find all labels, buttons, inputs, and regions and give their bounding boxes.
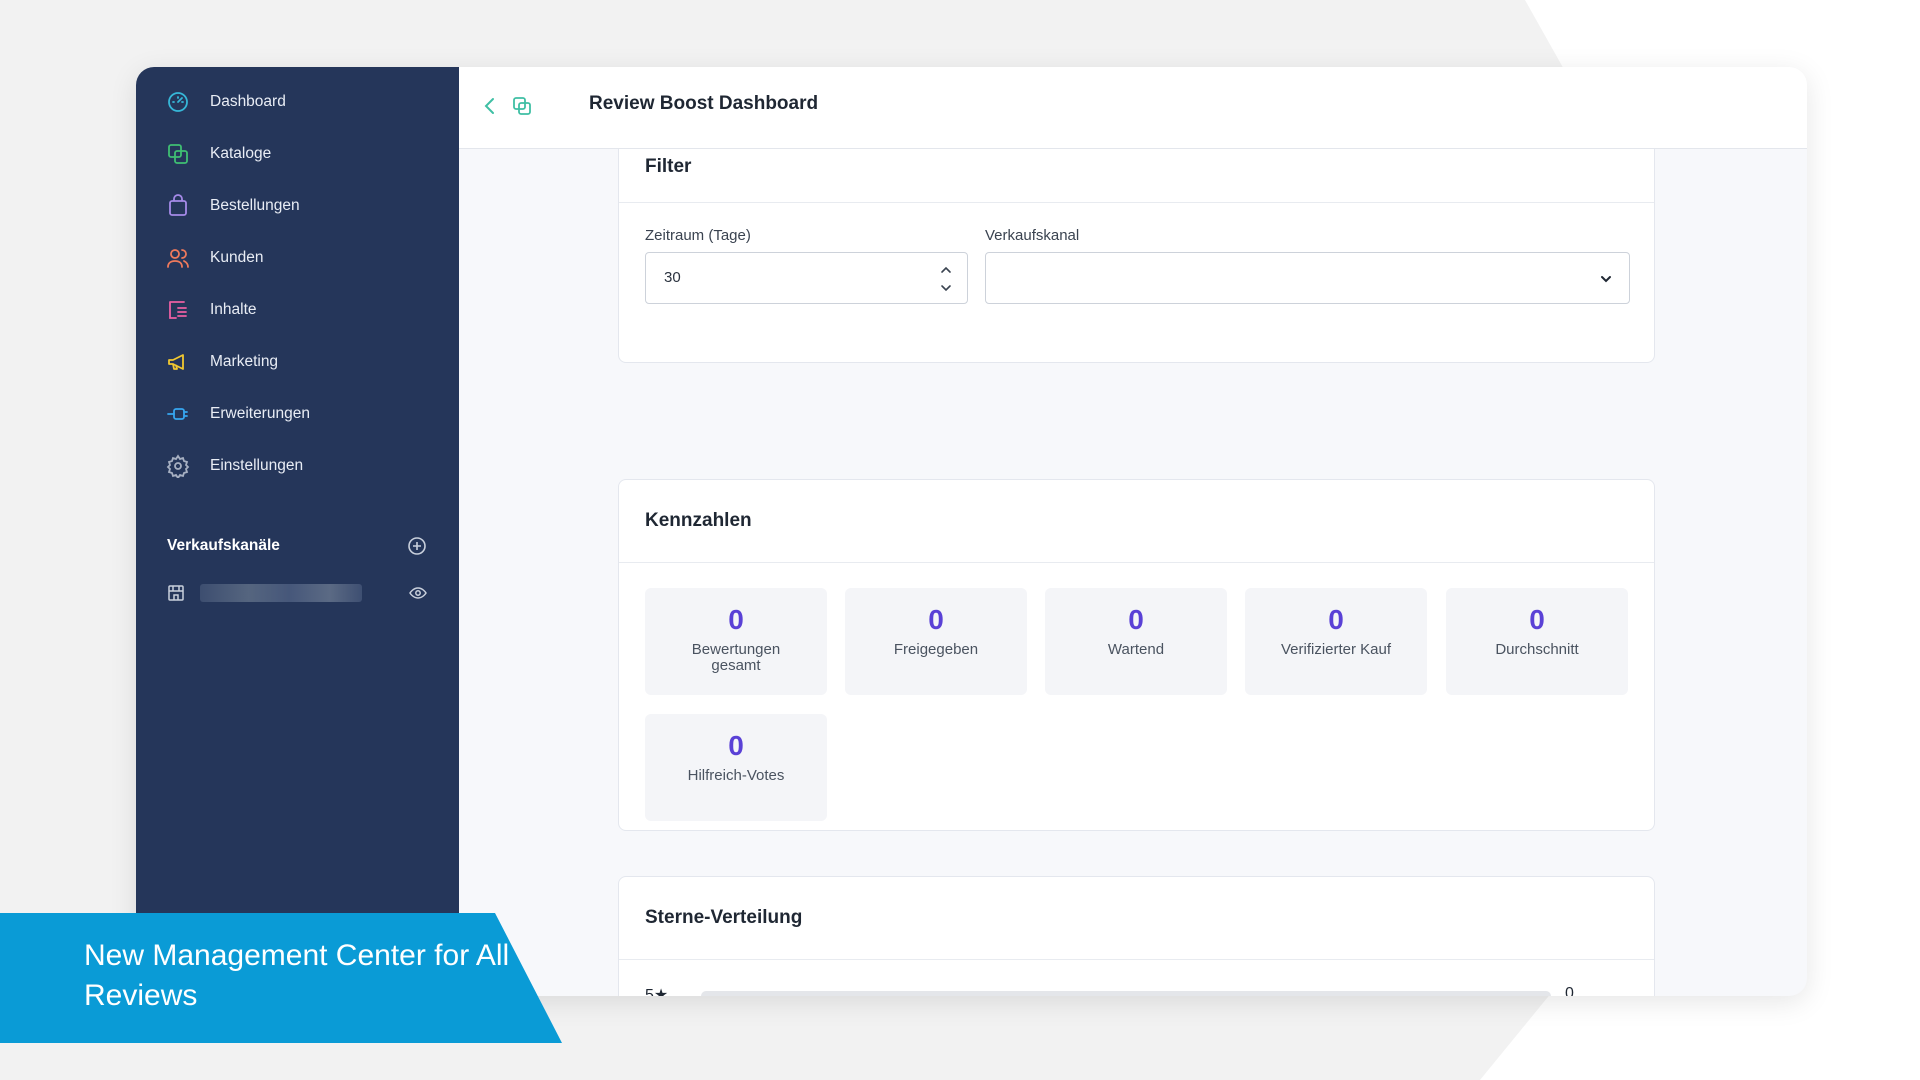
storefront-icon — [168, 585, 184, 601]
kpi-title: Kennzahlen — [645, 510, 752, 531]
sidebar: Dashboard Kataloge Bestellungen Kunden I… — [136, 67, 459, 996]
content-list-icon — [169, 301, 187, 319]
app-window: Dashboard Kataloge Bestellungen Kunden I… — [136, 67, 1807, 996]
card-divider — [619, 202, 1654, 203]
channel-label: Verkaufskanal — [985, 227, 1080, 244]
sidebar-item-bestellungen[interactable]: Bestellungen — [166, 190, 436, 222]
sidebar-item-marketing[interactable]: Marketing — [166, 346, 436, 378]
sidebar-item-inhalte[interactable]: Inhalte — [166, 294, 436, 326]
sidebar-item-label: Bestellungen — [210, 197, 300, 214]
star-count: 0 — [1565, 985, 1574, 996]
star-bar — [701, 991, 1551, 996]
kpi-value: 0 — [928, 604, 944, 635]
sidebar-item-dashboard[interactable]: Dashboard — [166, 86, 436, 118]
sidebar-item-kataloge[interactable]: Kataloge — [166, 138, 436, 170]
eye-icon[interactable] — [408, 583, 428, 603]
sales-channel-item[interactable] — [166, 580, 428, 606]
kpi-pending: 0 Wartend — [1045, 588, 1227, 695]
filter-card: Filter Zeitraum (Tage) 30 Verkaufskanal — [618, 149, 1655, 363]
kpi-value: 0 — [728, 604, 744, 635]
star-row-5: 5★ 0 — [645, 985, 1595, 996]
sidebar-item-einstellungen[interactable]: Einstellungen — [166, 450, 436, 482]
kpi-label: Verifizierter Kauf — [1280, 641, 1392, 658]
sidebar-item-label: Kunden — [210, 249, 264, 266]
card-divider — [619, 562, 1654, 563]
sales-channels-title: Verkaufskanäle — [167, 537, 280, 554]
stepper-icon[interactable] — [939, 263, 953, 295]
layers-icon — [168, 144, 188, 164]
shopping-bag-icon — [169, 194, 187, 216]
star-label: 5★ — [645, 987, 669, 996]
kpi-value: 0 — [1529, 604, 1545, 635]
sidebar-item-label: Erweiterungen — [210, 405, 310, 422]
star-distribution-card: Sterne-Verteilung 5★ 0 4★ 0 3★ 0 — [618, 876, 1655, 996]
channel-select[interactable] — [985, 252, 1630, 304]
add-circle-icon[interactable] — [407, 536, 427, 556]
star-distribution-title: Sterne-Verteilung — [645, 907, 803, 928]
sidebar-item-erweiterungen[interactable]: Erweiterungen — [166, 398, 436, 430]
banner-text: New Management Center for All Reviews — [84, 939, 510, 1012]
main-content: Filter Zeitraum (Tage) 30 Verkaufskanal … — [459, 149, 1807, 996]
sidebar-item-label: Einstellungen — [210, 457, 304, 474]
kpi-label: Wartend — [1107, 641, 1165, 658]
period-input[interactable]: 30 — [645, 252, 968, 304]
chevron-down-icon[interactable] — [1599, 272, 1613, 286]
back-arrow-icon[interactable] — [479, 95, 501, 117]
kpi-value: 0 — [728, 730, 744, 761]
gauge-icon — [168, 92, 188, 112]
duplicate-icon[interactable] — [511, 95, 533, 117]
sidebar-item-label: Inhalte — [210, 301, 257, 318]
sales-channels-header: Verkaufskanäle — [167, 533, 427, 559]
page-title: Review Boost Dashboard — [589, 93, 819, 114]
period-label: Zeitraum (Tage) — [645, 227, 751, 244]
kpi-average: 0 Durchschnitt — [1446, 588, 1628, 695]
kpi-helpful-votes: 0 Hilfreich-Votes — [645, 714, 827, 821]
megaphone-icon — [168, 354, 184, 370]
sidebar-item-kunden[interactable]: Kunden — [166, 242, 436, 274]
sidebar-item-label: Marketing — [210, 353, 279, 370]
top-header: Review Boost Dashboard — [459, 67, 1807, 149]
kpi-label: Bewertungen gesamt — [691, 641, 781, 674]
sidebar-item-label: Kataloge — [210, 145, 272, 162]
kpi-label: Hilfreich-Votes — [687, 767, 785, 784]
kpi-card: Kennzahlen 0 Bewertungen gesamt 0 Freige… — [618, 479, 1655, 831]
kpi-value: 0 — [1328, 604, 1344, 635]
gear-icon — [166, 454, 190, 478]
kpi-value: 0 — [1128, 604, 1144, 635]
filter-title: Filter — [645, 156, 692, 177]
users-icon — [167, 249, 189, 268]
kpi-approved: 0 Freigegeben — [845, 588, 1027, 695]
kpi-verified-purchase: 0 Verifizierter Kauf — [1245, 588, 1427, 695]
sidebar-item-label: Dashboard — [210, 93, 286, 110]
channel-name-redacted — [200, 584, 362, 602]
kpi-label: Freigegeben — [893, 641, 979, 658]
plug-icon — [167, 408, 188, 420]
promo-banner: New Management Center for All Reviews — [0, 913, 562, 1043]
kpi-label: Durchschnitt — [1495, 641, 1579, 658]
period-value: 30 — [664, 269, 681, 286]
card-divider — [619, 959, 1654, 960]
kpi-total-reviews: 0 Bewertungen gesamt — [645, 588, 827, 695]
